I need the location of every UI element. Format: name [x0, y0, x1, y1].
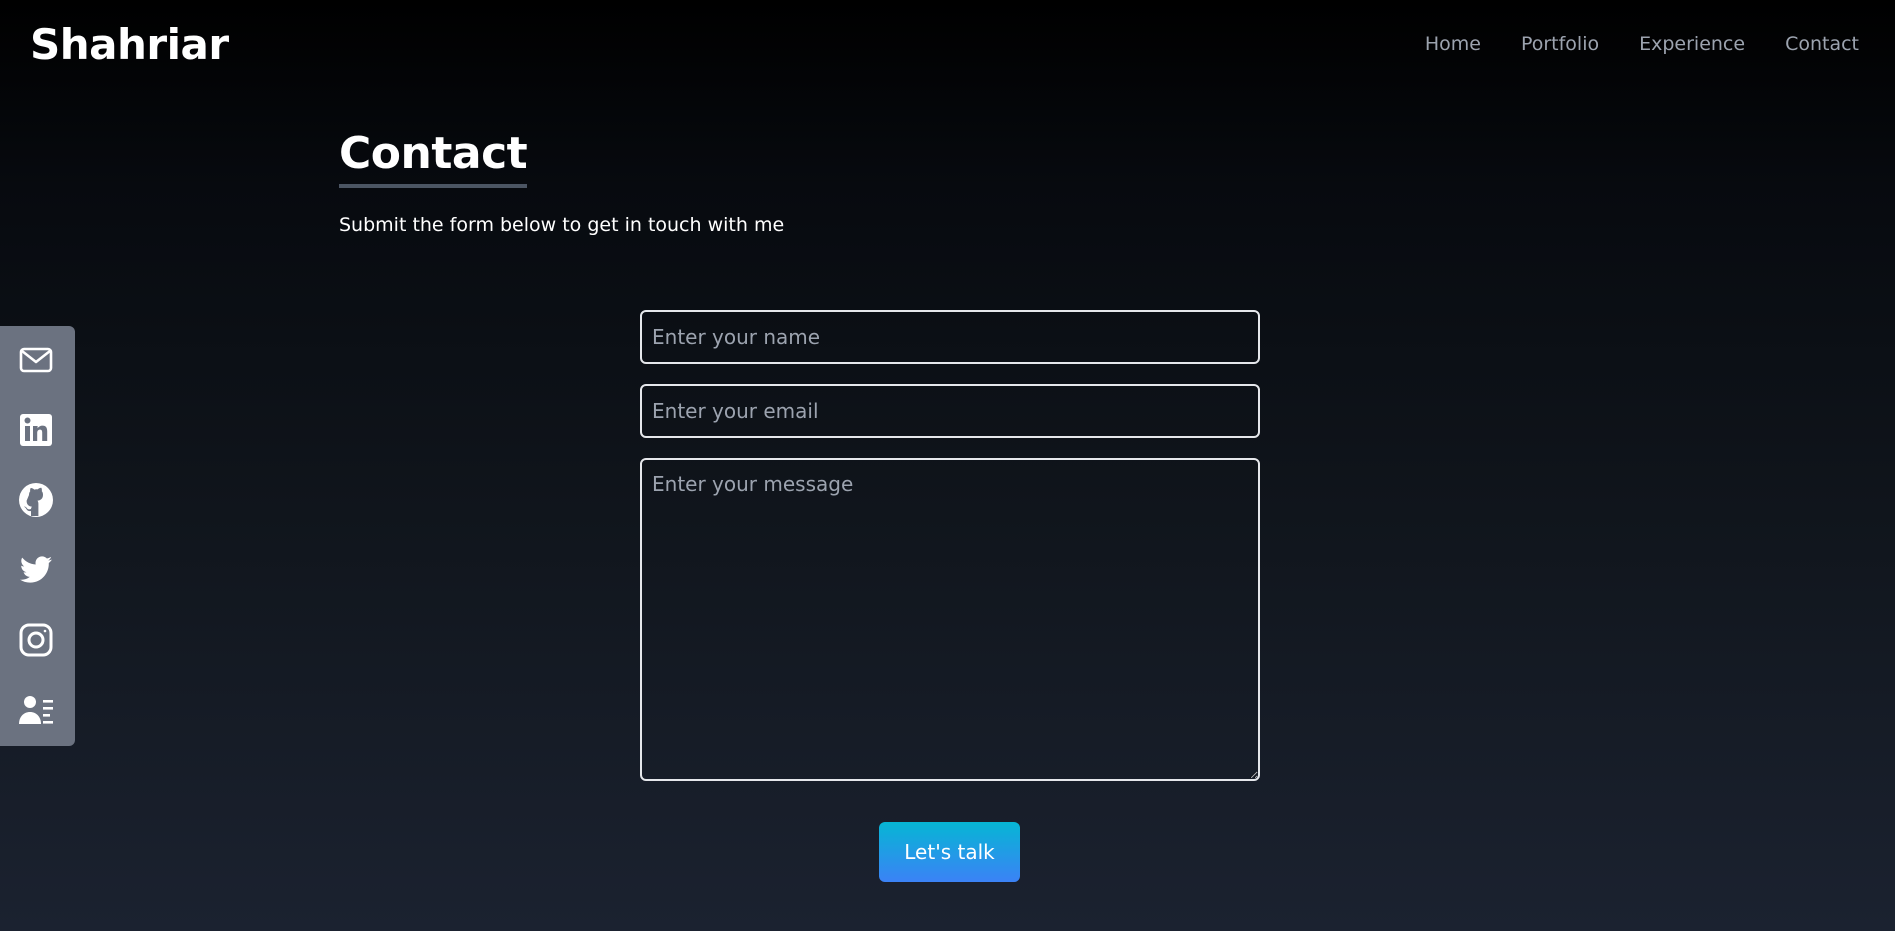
nav-item-portfolio[interactable]: Portfolio	[1521, 33, 1599, 55]
page-subtitle: Submit the form below to get in touch wi…	[339, 214, 785, 236]
nav-item-contact[interactable]: Contact	[1785, 33, 1859, 55]
page-title: Contact	[339, 126, 528, 188]
nav-item-experience[interactable]: Experience	[1639, 33, 1745, 55]
social-links-bar	[0, 326, 75, 746]
message-textarea[interactable]	[640, 458, 1260, 781]
contact-form	[640, 310, 1260, 781]
resume-icon[interactable]	[16, 690, 56, 730]
name-input[interactable]	[640, 310, 1260, 364]
linkedin-icon[interactable]	[16, 410, 56, 450]
mail-icon[interactable]	[16, 340, 56, 380]
instagram-icon[interactable]	[16, 620, 56, 660]
contact-section: Contact Submit the form below to get in …	[339, 126, 784, 236]
navbar: Shahriar Home Portfolio Experience Conta…	[0, 0, 1895, 92]
nav-item-home[interactable]: Home	[1425, 33, 1481, 55]
lets-talk-button[interactable]: Let's talk	[879, 822, 1020, 882]
nav-links: Home Portfolio Experience Contact	[1425, 33, 1859, 55]
brand-logo[interactable]: Shahriar	[30, 20, 229, 69]
github-icon[interactable]	[16, 480, 56, 520]
email-input[interactable]	[640, 384, 1260, 438]
twitter-icon[interactable]	[16, 550, 56, 590]
